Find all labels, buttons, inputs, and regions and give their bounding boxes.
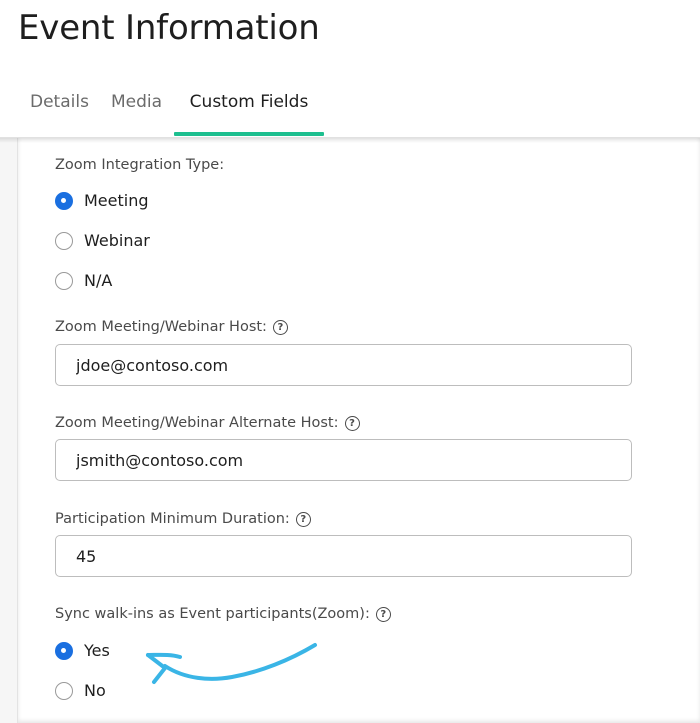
radio-meeting[interactable]: Meeting <box>55 191 149 210</box>
radio-label: Webinar <box>84 231 150 250</box>
zoom-alternate-host-input[interactable] <box>55 439 632 481</box>
radio-webinar[interactable]: Webinar <box>55 231 150 250</box>
zoom-host-input[interactable] <box>55 344 632 386</box>
sync-walkins-label: Sync walk-ins as Event participants(Zoom… <box>55 606 391 622</box>
radio-label: Yes <box>84 641 110 660</box>
radio-checked-icon[interactable] <box>55 641 73 660</box>
participation-min-duration-label: Participation Minimum Duration: ? <box>55 511 311 527</box>
radio-label: No <box>84 681 106 700</box>
radio-unchecked-icon[interactable] <box>55 681 73 700</box>
tab-details[interactable]: Details <box>30 92 90 138</box>
left-gutter <box>0 138 17 723</box>
help-question-icon[interactable]: ? <box>295 511 311 527</box>
tab-bar: Details Media Custom Fields <box>0 92 700 138</box>
zoom-alternate-host-label: Zoom Meeting/Webinar Alternate Host: ? <box>55 415 360 431</box>
radio-checked-icon[interactable] <box>55 191 73 210</box>
participation-min-duration-input[interactable] <box>55 535 632 577</box>
zoom-host-label: Zoom Meeting/Webinar Host: ? <box>55 319 288 335</box>
radio-yes[interactable]: Yes <box>55 641 110 660</box>
help-question-icon[interactable]: ? <box>375 606 391 622</box>
radio-unchecked-icon[interactable] <box>55 231 73 250</box>
header-shadow <box>0 137 700 143</box>
help-question-icon[interactable]: ? <box>272 319 288 335</box>
zoom-integration-type-label: Zoom Integration Type: <box>55 157 225 173</box>
help-question-icon[interactable]: ? <box>344 415 360 431</box>
annotation-arrow-icon <box>146 643 317 684</box>
page-title: Event Information <box>18 8 320 48</box>
radio-label: Meeting <box>84 191 149 210</box>
radio-na[interactable]: N/A <box>55 271 112 290</box>
tab-media[interactable]: Media <box>111 92 166 138</box>
radio-unchecked-icon[interactable] <box>55 271 73 290</box>
radio-label: N/A <box>84 271 113 290</box>
radio-no[interactable]: No <box>55 681 106 700</box>
active-tab-indicator <box>174 132 324 136</box>
